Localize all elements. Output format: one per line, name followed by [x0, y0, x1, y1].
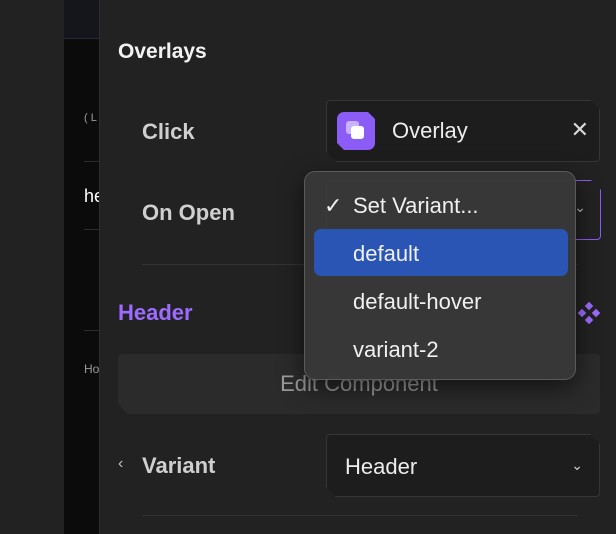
menu-item-set-variant[interactable]: ✓ Set Variant... [314, 181, 568, 228]
chevron-down-icon: ⌄ [571, 457, 583, 473]
menu-item-label: default [353, 241, 420, 266]
close-icon[interactable]: ✕ [571, 117, 589, 143]
section-title-overlays: Overlays [118, 40, 207, 63]
divider [142, 515, 578, 516]
menu-item-default-hover[interactable]: default-hover [314, 277, 568, 324]
click-label: Click [142, 119, 195, 144]
checkmark-icon: ✓ [324, 193, 343, 218]
on-open-label: On Open [142, 200, 235, 225]
variant-label: Variant [142, 453, 216, 478]
canvas-text-snippet: Ho [84, 362, 99, 376]
chevron-left-icon[interactable]: ‹ [118, 455, 123, 473]
canvas-topbar [64, 0, 99, 39]
click-overlay-value: Overlay [392, 118, 468, 143]
canvas-text-snippet: he [84, 186, 99, 206]
menu-item-label: default-hover [353, 289, 482, 314]
canvas-divider [84, 161, 99, 162]
menu-item-label: variant-2 [353, 337, 439, 362]
chevron-down-icon: ⌄ [574, 199, 586, 215]
menu-item-variant-2[interactable]: variant-2 [314, 325, 568, 372]
component-header-title: Header [118, 300, 193, 325]
variant-select-value: Header [345, 454, 418, 479]
canvas-divider [84, 229, 99, 230]
overlay-icon [337, 112, 375, 150]
variant-select[interactable]: Header ⌄ [326, 434, 600, 497]
menu-item-label: Set Variant... [353, 193, 479, 218]
click-overlay-field[interactable]: Overlay ✕ [326, 100, 600, 162]
canvas-preview: ( L he Ho [64, 0, 99, 534]
on-open-dropdown-menu: ✓ Set Variant... default default-hover v… [304, 171, 576, 380]
menu-item-default[interactable]: default [314, 229, 568, 276]
canvas-text-snippet: ( L [84, 112, 97, 124]
component-icon[interactable] [578, 302, 600, 324]
left-sidebar-strip [0, 0, 64, 534]
canvas-divider [84, 330, 99, 331]
